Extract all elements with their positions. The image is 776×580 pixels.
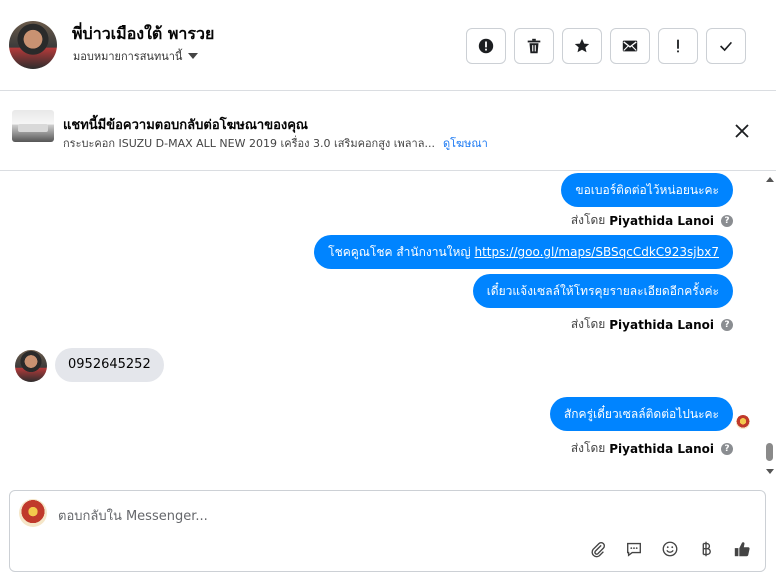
chevron-down-icon <box>188 53 199 59</box>
contact-name[interactable]: พี่บ่าวเมืองใต้ พารวย <box>72 22 214 47</box>
contact-avatar-small[interactable] <box>15 350 47 382</box>
star-icon <box>574 38 590 53</box>
close-icon <box>735 124 749 138</box>
ad-description-row: กระบะคอก ISUZU D-MAX ALL NEW 2019 เครื่อ… <box>63 134 488 152</box>
conversation-header: พี่บ่าวเมืองใต้ พารวย มอบหมายการสนทนานี้ <box>0 0 776 91</box>
message-text: ขอเบอร์ติดต่อไว้หน่อยนะคะ <box>575 183 719 197</box>
baht-icon <box>702 541 711 557</box>
sent-by-label: ส่งโดย Piyathida Lanoi ? <box>571 211 733 230</box>
message-link[interactable]: https://goo.gl/maps/SBSqcCdkC923sjbx7 <box>474 245 719 259</box>
incoming-message[interactable]: 0952645252 <box>55 348 164 382</box>
scrollbar-thumb[interactable] <box>766 443 773 461</box>
emoji-icon <box>662 541 678 557</box>
composer-toolbar <box>588 539 752 559</box>
assign-label: มอบหมายการสนทนานี้ <box>73 50 183 63</box>
message-thread: ขอเบอร์ติดต่อไว้หน่อยนะคะ ส่งโดย Piyathi… <box>0 171 776 484</box>
outgoing-message[interactable]: เดี๋ยวแจ้งเซลล์ให้โทรคุยรายละเอียดอีกครั… <box>472 274 733 308</box>
outgoing-message[interactable]: ขอเบอร์ติดต่อไว้หน่อยนะคะ <box>561 173 733 207</box>
exclamation-icon <box>677 39 679 53</box>
saved-reply-icon <box>627 542 641 557</box>
view-ad-link[interactable]: ดูโฆษณา <box>443 134 488 152</box>
help-icon[interactable]: ? <box>721 214 733 227</box>
like-button[interactable] <box>732 539 752 559</box>
sent-by-label: ส่งโดย Piyathida Lanoi ? <box>571 315 733 334</box>
mark-done-button[interactable] <box>706 28 746 64</box>
header-actions <box>466 28 746 64</box>
thumbs-up-icon <box>734 542 750 557</box>
sent-by-prefix: ส่งโดย <box>570 213 606 227</box>
ad-banner-title: แชทนี้มีข้อความตอบกลับต่อโฆษณาของคุณ <box>63 118 308 133</box>
assign-conversation-dropdown[interactable]: มอบหมายการสนทนานี้ <box>73 47 199 65</box>
mark-unread-button[interactable] <box>610 28 650 64</box>
ad-description: กระบะคอก ISUZU D-MAX ALL NEW 2019 เครื่อ… <box>63 137 435 150</box>
help-icon[interactable]: ? <box>721 318 733 331</box>
help-icon[interactable]: ? <box>721 442 733 455</box>
envelope-icon <box>622 40 638 52</box>
close-banner-button[interactable] <box>732 121 752 141</box>
sender-name: Piyathida Lanoi <box>609 213 714 228</box>
check-icon <box>720 41 733 52</box>
alert-circle-icon <box>478 38 494 54</box>
message-scrollbar[interactable] <box>763 171 776 484</box>
reply-input[interactable]: ตอบกลับใน Messenger... <box>58 505 208 526</box>
sent-by-prefix: ส่งโดย <box>570 317 606 331</box>
outgoing-message[interactable]: สักครู่เดี๋ยวเซลล์ติดต่อไปนะคะ <box>549 397 733 431</box>
emoji-button[interactable] <box>660 539 680 559</box>
outgoing-message[interactable]: โชคคูณโชค สำนักงานใหญ่ https://goo.gl/ma… <box>314 235 733 269</box>
message-text: สักครู่เดี๋ยวเซลล์ติดต่อไปนะคะ <box>563 407 719 421</box>
contact-avatar[interactable] <box>9 21 57 69</box>
ad-thumbnail[interactable] <box>12 110 54 142</box>
message-text: โชคคูณโชค สำนักงานใหญ่ <box>328 245 475 259</box>
sender-name: Piyathida Lanoi <box>609 441 714 456</box>
sent-by-label: ส่งโดย Piyathida Lanoi ? <box>571 439 733 458</box>
saved-replies-button[interactable] <box>624 539 644 559</box>
sender-name: Piyathida Lanoi <box>609 317 714 332</box>
payment-button[interactable] <box>696 539 716 559</box>
star-button[interactable] <box>562 28 602 64</box>
sent-by-prefix: ส่งโดย <box>570 441 606 455</box>
mark-spam-button[interactable] <box>466 28 506 64</box>
ad-context-banner: แชทนี้มีข้อความตอบกลับต่อโฆษณาของคุณ กระ… <box>0 91 776 171</box>
page-avatar <box>19 499 47 527</box>
scroll-down-arrow-icon[interactable] <box>766 469 774 474</box>
message-text: 0952645252 <box>68 357 151 372</box>
follow-up-button[interactable] <box>658 28 698 64</box>
attach-button[interactable] <box>588 539 608 559</box>
trash-icon <box>527 38 541 54</box>
reply-composer[interactable]: ตอบกลับใน Messenger... <box>9 490 766 572</box>
seen-by-avatar <box>736 415 750 429</box>
message-text: เดี๋ยวแจ้งเซลล์ให้โทรคุยรายละเอียดอีกครั… <box>486 284 719 298</box>
paperclip-icon <box>591 542 605 558</box>
delete-button[interactable] <box>514 28 554 64</box>
scroll-up-arrow-icon[interactable] <box>766 177 774 182</box>
